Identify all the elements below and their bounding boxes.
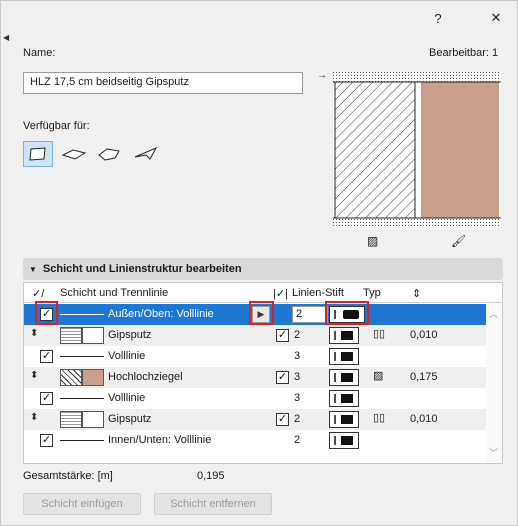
row-toggle-checkbox[interactable]: ✓ xyxy=(276,413,289,426)
total-thickness-value: 0,195 xyxy=(197,470,225,482)
row-label: Gipsputz xyxy=(108,329,152,341)
line-sample xyxy=(60,314,104,315)
pen-value: 3 xyxy=(294,371,301,383)
row-toggle-checkbox[interactable]: ✓ xyxy=(276,371,289,384)
section-header[interactable]: ▼ Schicht und Linienstruktur bearbeiten xyxy=(23,258,503,280)
table-row[interactable]: ⬍ Hochlochziegel ✓ 3 ▨ 0,175 xyxy=(24,367,486,388)
row-label: Volllinie xyxy=(108,392,146,404)
line-sample xyxy=(60,356,104,357)
available-for-label: Verfügbar für: xyxy=(23,120,90,132)
row-toggle-checkbox[interactable]: ✓ xyxy=(276,329,289,342)
drag-handle-icon[interactable]: ⬍ xyxy=(30,412,38,423)
color-swatch xyxy=(82,327,104,344)
row-label: Außen/Oben: Volllinie xyxy=(108,308,214,320)
wall-icon xyxy=(29,147,46,161)
table-scrollbar[interactable]: ︿ ﹀ xyxy=(486,303,502,463)
core-type-icon: ▨ xyxy=(373,370,384,382)
line-sample xyxy=(60,398,104,399)
pen-value: 3 xyxy=(294,350,301,362)
collapse-arrow-icon[interactable]: ◀ xyxy=(3,33,9,42)
row-checkbox[interactable]: ✓ xyxy=(40,434,53,447)
arrow-right-icon: → xyxy=(317,70,327,81)
fill-icon[interactable]: ▨ xyxy=(367,234,378,248)
pen-value: 2 xyxy=(294,434,301,446)
name-label: Name: xyxy=(23,47,56,59)
color-swatch xyxy=(82,411,104,428)
solid-line-icon xyxy=(334,352,353,361)
type-column-header: Typ xyxy=(363,287,381,299)
line-type-button[interactable] xyxy=(329,432,359,449)
fill-swatch xyxy=(60,327,82,344)
shell-icon xyxy=(134,146,158,160)
solid-line-icon xyxy=(334,373,353,382)
drag-handle-icon[interactable]: ⬍ xyxy=(30,328,38,339)
total-thickness-label: Gesamtstärke: [m] xyxy=(23,470,113,482)
row-label: Hochlochziegel xyxy=(108,371,183,383)
wall-geometry-button[interactable] xyxy=(23,141,53,167)
line-type-button[interactable] xyxy=(329,369,359,386)
pen-value: 2 xyxy=(294,413,301,425)
table-header: ✓/ Schicht und Trennlinie |✓| Linien-Sti… xyxy=(24,283,502,303)
row-checkbox[interactable]: ✓ xyxy=(40,392,53,405)
layer-table: ✓/ Schicht und Trennlinie |✓| Linien-Sti… xyxy=(23,282,503,464)
paint-brush-icon[interactable]: 🖌 xyxy=(451,234,466,248)
thickness-value: 0,010 xyxy=(410,329,438,341)
row-checkbox[interactable]: ✓ xyxy=(40,350,53,363)
help-button[interactable]: ? xyxy=(427,7,449,29)
solid-line-icon xyxy=(334,415,353,424)
solid-line-icon xyxy=(334,436,353,445)
structure-preview xyxy=(333,72,501,228)
shell-geometry-button[interactable] xyxy=(131,141,161,167)
layer-column-header: Schicht und Trennlinie xyxy=(60,287,169,299)
pen-value: 3 xyxy=(294,392,301,404)
dialog-window: ? ✕ ◀ Name: Bearbeitbar: 1 HLZ 17,5 cm b… xyxy=(0,0,518,526)
table-row[interactable]: ✓ Innen/Unten: Volllinie 2 xyxy=(24,430,486,451)
slab-geometry-button[interactable] xyxy=(59,141,89,167)
core-type-icon: ▯▯ xyxy=(373,328,386,340)
line-sample xyxy=(60,440,104,441)
highlight-frame xyxy=(35,301,58,325)
line-type-button[interactable] xyxy=(329,411,359,428)
section-title: Schicht und Linienstruktur bearbeiten xyxy=(42,263,242,275)
table-row[interactable]: ✓ Volllinie 3 xyxy=(24,346,486,367)
color-swatch xyxy=(82,369,104,386)
fill-swatch xyxy=(60,369,82,386)
scroll-up-icon[interactable]: ︿ xyxy=(489,307,498,320)
pen-input[interactable]: 2 xyxy=(292,306,328,323)
drag-handle-icon[interactable]: ⬍ xyxy=(30,370,38,381)
solid-line-icon xyxy=(334,331,353,340)
thickness-value: 0,010 xyxy=(410,413,438,425)
table-row[interactable]: ✓ Volllinie 3 xyxy=(24,388,486,409)
roof-geometry-button[interactable] xyxy=(95,141,125,167)
thickness-value: 0,175 xyxy=(410,371,438,383)
scroll-down-icon[interactable]: ﹀ xyxy=(489,446,498,459)
chevron-down-icon: ▼ xyxy=(29,264,37,274)
pen-value: 2 xyxy=(294,329,301,341)
insert-layer-button[interactable]: Schicht einfügen xyxy=(23,493,141,515)
check-column-icon: ✓/ xyxy=(32,288,45,300)
remove-layer-button[interactable]: Schicht entfernen xyxy=(154,493,272,515)
close-button[interactable]: ✕ xyxy=(485,7,507,29)
core-type-icon: ▯▯ xyxy=(373,412,386,424)
table-row[interactable]: ⬍ Gipsputz ✓ 2 ▯▯ 0,010 xyxy=(24,325,486,346)
pen-column-header: Linien-Stift xyxy=(292,287,344,299)
line-type-button[interactable] xyxy=(329,327,359,344)
highlight-frame xyxy=(249,301,274,325)
row-label: Gipsputz xyxy=(108,413,152,425)
row-label: Volllinie xyxy=(108,350,146,362)
slab-icon xyxy=(61,149,87,160)
toggle-column-icon: |✓| xyxy=(273,288,288,300)
row-label: Innen/Unten: Volllinie xyxy=(108,434,212,446)
line-type-button[interactable] xyxy=(329,348,359,365)
line-type-button[interactable] xyxy=(329,390,359,407)
fill-swatch xyxy=(60,411,82,428)
solid-line-icon xyxy=(334,394,353,403)
table-row[interactable]: ⬍ Gipsputz ✓ 2 ▯▯ 0,010 xyxy=(24,409,486,430)
name-field[interactable]: HLZ 17,5 cm beidseitig Gipsputz xyxy=(23,72,303,94)
thickness-column-icon: ⇕ xyxy=(412,288,422,300)
editable-count-label: Bearbeitbar: 1 xyxy=(429,47,499,59)
roof-icon xyxy=(98,148,120,161)
highlight-frame xyxy=(325,301,369,325)
